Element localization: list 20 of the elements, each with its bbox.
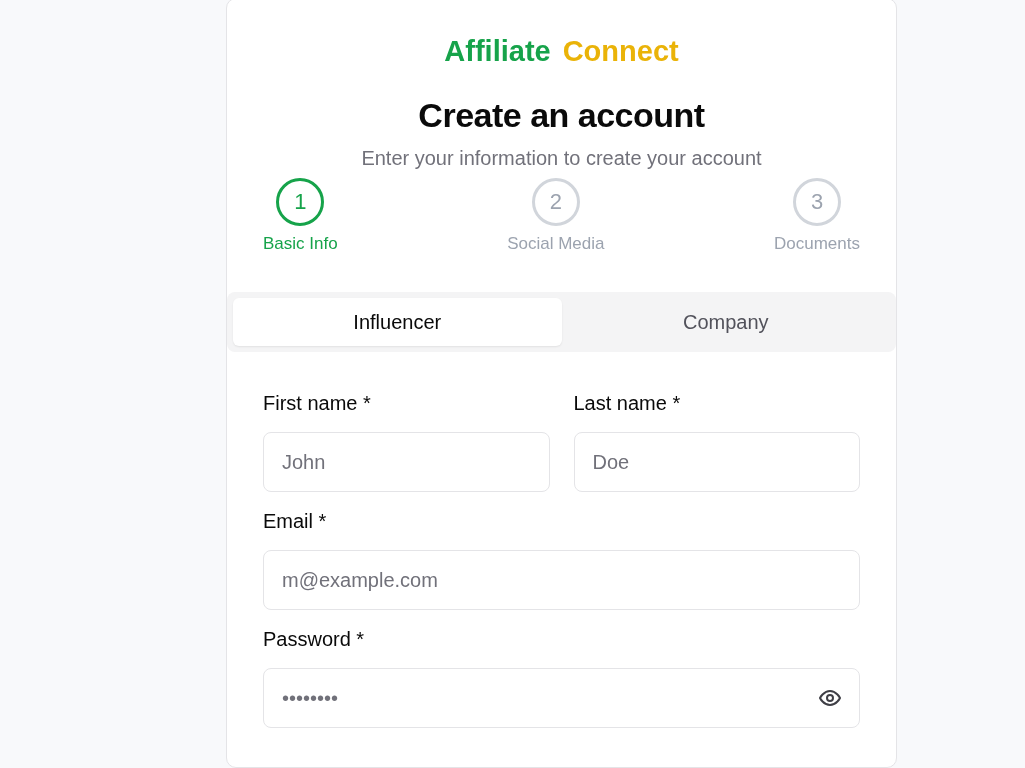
- step-circle: 3: [793, 178, 841, 226]
- brand-name: Affiliate: [444, 35, 551, 68]
- step-label: Basic Info: [263, 234, 338, 254]
- step-circle: 2: [531, 178, 580, 226]
- page-subtitle: Enter your information to create your account: [361, 147, 762, 170]
- password-field[interactable]: ••••••••: [263, 668, 860, 728]
- input-field[interactable]: John: [263, 432, 550, 492]
- step-label: Documents: [774, 234, 860, 254]
- step-label: Social Media: [507, 234, 605, 254]
- tab[interactable]: Company: [561, 298, 890, 346]
- field-label: First name *: [263, 392, 372, 416]
- page-title: Create an account: [418, 96, 705, 135]
- field-label: Last name *: [573, 392, 682, 416]
- field-label: Password *: [263, 628, 366, 652]
- input-field[interactable]: m@example.com: [263, 550, 860, 610]
- field-label: Email *: [263, 510, 328, 534]
- input-field[interactable]: Doe: [573, 432, 860, 492]
- tab[interactable]: Influencer: [233, 298, 562, 346]
- step-circle: 1: [276, 178, 325, 226]
- brand-name: Connect: [562, 35, 679, 68]
